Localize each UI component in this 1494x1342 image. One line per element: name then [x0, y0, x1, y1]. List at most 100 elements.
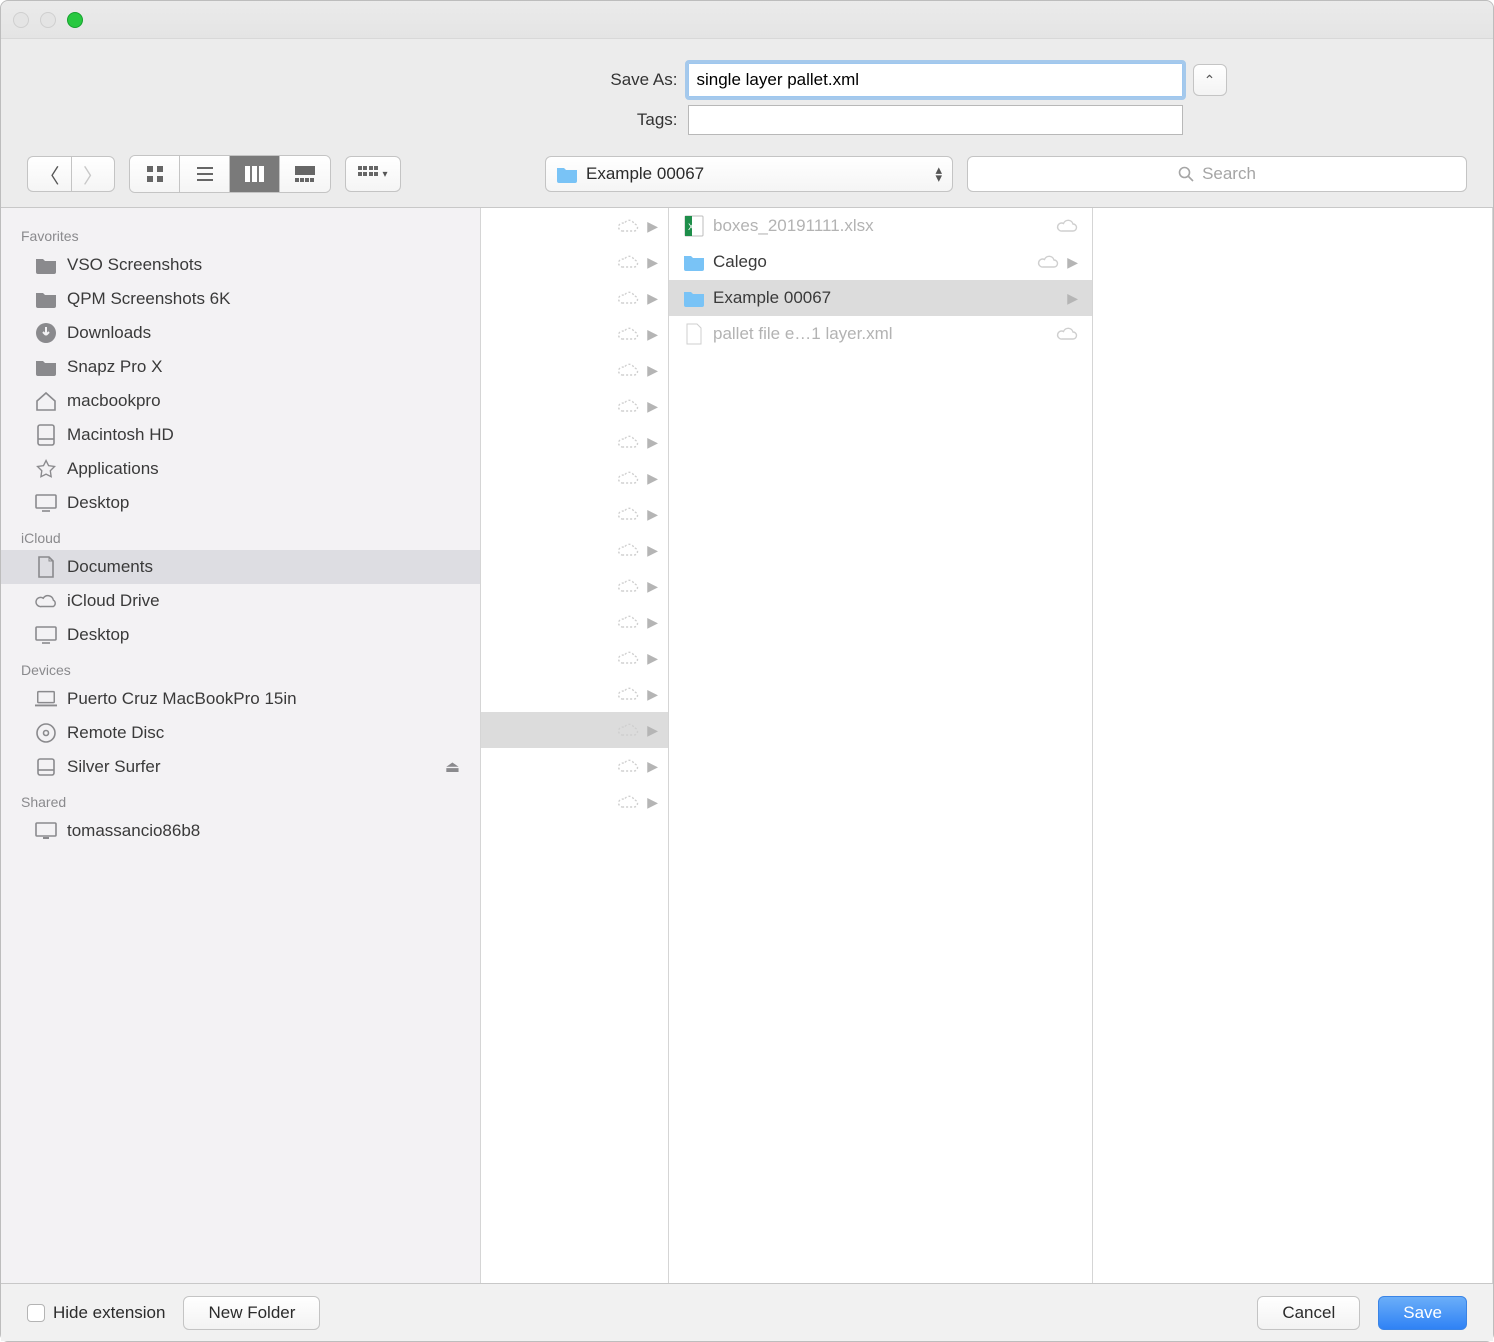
- column-1[interactable]: ▶▶▶▶▶▶▶▶▶▶▶▶▶▶▶▶▶: [481, 208, 669, 1283]
- close-button[interactable]: [13, 12, 29, 28]
- column1-row[interactable]: ▶: [481, 748, 668, 784]
- sidebar-item[interactable]: tomassancio86b8: [1, 814, 480, 848]
- desktop-icon: [35, 492, 57, 514]
- chevron-right-icon: ▶: [647, 254, 658, 271]
- traffic-lights: [13, 12, 83, 28]
- chevron-down-icon: ▾: [382, 169, 387, 180]
- chevron-up-icon: ⌃: [1204, 72, 1216, 89]
- column1-row[interactable]: ▶: [481, 532, 668, 568]
- hide-extension-checkbox[interactable]: Hide extension: [27, 1303, 165, 1323]
- sidebar-item-label: tomassancio86b8: [67, 821, 200, 841]
- sidebar-item[interactable]: Puerto Cruz MacBookPro 15in: [1, 682, 480, 716]
- sidebar-item[interactable]: Downloads: [1, 316, 480, 350]
- new-folder-button[interactable]: New Folder: [183, 1296, 320, 1330]
- stepper-icon: ▴▾: [935, 166, 942, 182]
- chevron-right-icon: ▶: [647, 614, 658, 631]
- sidebar-item[interactable]: VSO Screenshots: [1, 248, 480, 282]
- view-gallery-button[interactable]: [280, 156, 330, 192]
- cloud-icon: [617, 578, 639, 594]
- cloud-icon: [617, 290, 639, 306]
- search-field[interactable]: Search: [967, 156, 1467, 192]
- sidebar-item-label: Desktop: [67, 625, 129, 645]
- view-column-button[interactable]: [230, 156, 280, 192]
- folder-icon: [35, 254, 57, 276]
- sidebar-item[interactable]: Remote Disc: [1, 716, 480, 750]
- sidebar-section-header: Devices: [1, 652, 480, 682]
- column1-row[interactable]: ▶: [481, 316, 668, 352]
- column1-row[interactable]: ▶: [481, 496, 668, 532]
- sidebar-item-label: Macintosh HD: [67, 425, 174, 445]
- cloud-icon: [617, 218, 639, 234]
- folder-row[interactable]: Example 00067▶: [669, 280, 1092, 316]
- home-icon: [35, 390, 57, 412]
- column1-row[interactable]: ▶: [481, 244, 668, 280]
- column1-row[interactable]: ▶: [481, 712, 668, 748]
- checkbox-icon: [27, 1304, 45, 1322]
- download-icon: [35, 322, 57, 344]
- cancel-button[interactable]: Cancel: [1257, 1296, 1360, 1330]
- sidebar-item[interactable]: Macintosh HD: [1, 418, 480, 452]
- cloud-icon: [617, 362, 639, 378]
- cloud-icon: [617, 686, 639, 702]
- view-icon-button[interactable]: [130, 156, 180, 192]
- group-button[interactable]: ▾: [345, 156, 401, 192]
- eject-icon[interactable]: ⏏: [445, 757, 460, 777]
- collapse-toggle[interactable]: ⌃: [1193, 64, 1227, 96]
- sidebar-item-label: Desktop: [67, 493, 129, 513]
- save-as-input[interactable]: [688, 63, 1183, 97]
- chevron-right-icon: ▶: [647, 218, 658, 235]
- folder-icon: [35, 356, 57, 378]
- column1-row[interactable]: ▶: [481, 208, 668, 244]
- column1-row[interactable]: ▶: [481, 388, 668, 424]
- chevron-right-icon: ▶: [1067, 290, 1078, 307]
- column1-row[interactable]: ▶: [481, 352, 668, 388]
- column1-row[interactable]: ▶: [481, 460, 668, 496]
- column-2[interactable]: Xboxes_20191111.xlsxCalego▶Example 00067…: [669, 208, 1093, 1283]
- chevron-right-icon: ▶: [647, 470, 658, 487]
- column1-row[interactable]: ▶: [481, 280, 668, 316]
- zoom-button[interactable]: [67, 12, 83, 28]
- group-icon: [358, 166, 378, 182]
- file-row[interactable]: Xboxes_20191111.xlsx: [669, 208, 1092, 244]
- column1-row[interactable]: ▶: [481, 676, 668, 712]
- file-browser: FavoritesVSO ScreenshotsQPM Screenshots …: [1, 207, 1493, 1283]
- sidebar-item[interactable]: macbookpro: [1, 384, 480, 418]
- sidebar[interactable]: FavoritesVSO ScreenshotsQPM Screenshots …: [1, 208, 481, 1283]
- sidebar-item[interactable]: Silver Surfer⏏: [1, 750, 480, 784]
- cloud-icon: [1037, 254, 1059, 270]
- folder-icon: [683, 287, 705, 309]
- cloud-icon: [1056, 218, 1078, 234]
- minimize-button[interactable]: [40, 12, 56, 28]
- forward-button[interactable]: 〉: [71, 156, 115, 192]
- save-button[interactable]: Save: [1378, 1296, 1467, 1330]
- sidebar-item[interactable]: Desktop: [1, 486, 480, 520]
- titlebar: [1, 1, 1493, 39]
- sidebar-item[interactable]: QPM Screenshots 6K: [1, 282, 480, 316]
- header-form: Save As: ⌃ Tags:: [1, 39, 1493, 155]
- sidebar-item[interactable]: Desktop: [1, 618, 480, 652]
- sidebar-item[interactable]: iCloud Drive: [1, 584, 480, 618]
- cloud-icon: [617, 326, 639, 342]
- sidebar-item-label: VSO Screenshots: [67, 255, 202, 275]
- folder-icon: [683, 251, 705, 273]
- columns-icon: [245, 166, 265, 182]
- sidebar-item[interactable]: Documents: [1, 550, 480, 584]
- sidebar-item[interactable]: Snapz Pro X: [1, 350, 480, 384]
- file-row[interactable]: pallet file e…1 layer.xml: [669, 316, 1092, 352]
- nav-buttons: 〈 〉: [27, 156, 115, 192]
- sidebar-item-label: Snapz Pro X: [67, 357, 162, 377]
- column1-row[interactable]: ▶: [481, 424, 668, 460]
- column1-row[interactable]: ▶: [481, 640, 668, 676]
- grid-icon: [146, 165, 164, 183]
- column1-row[interactable]: ▶: [481, 784, 668, 820]
- sidebar-item[interactable]: Applications: [1, 452, 480, 486]
- tags-input[interactable]: [688, 105, 1183, 135]
- view-list-button[interactable]: [180, 156, 230, 192]
- column1-row[interactable]: ▶: [481, 568, 668, 604]
- back-button[interactable]: 〈: [27, 156, 71, 192]
- folder-icon: [556, 163, 578, 185]
- location-popup[interactable]: Example 00067 ▴▾: [545, 156, 953, 192]
- column1-row[interactable]: ▶: [481, 604, 668, 640]
- tags-label: Tags:: [268, 110, 678, 130]
- folder-row[interactable]: Calego▶: [669, 244, 1092, 280]
